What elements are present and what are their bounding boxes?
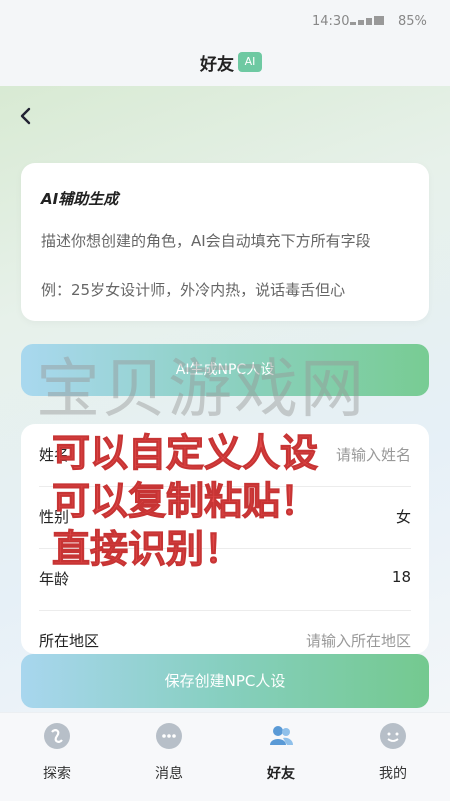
name-label: 姓名 (39, 446, 70, 464)
status-bar: 14:30 85% (0, 0, 450, 40)
signal-icon (350, 15, 386, 25)
nav-explore[interactable]: 探索 (17, 723, 97, 783)
ai-card-description[interactable]: 描述你想创建的角色，AI会自动填充下方所有字段 (41, 229, 421, 253)
friends-icon (268, 723, 294, 749)
back-icon[interactable] (18, 106, 34, 132)
ai-generate-button[interactable]: AI生成NPC人设 (21, 344, 429, 396)
ai-card-example: 例：25岁女设计师，外冷内热，说话毒舌但心 (41, 281, 346, 299)
region-input[interactable]: 请输入所在地区 (306, 630, 411, 651)
nav-friends-label: 好友 (267, 766, 295, 782)
message-icon (156, 723, 182, 749)
save-npc-button[interactable]: 保存创建NPC人设 (21, 654, 429, 708)
region-label: 所在地区 (39, 632, 100, 650)
nav-profile[interactable]: 我的 (353, 723, 433, 783)
ai-assist-card: AI辅助生成 描述你想创建的角色，AI会自动填充下方所有字段 例：25岁女设计师… (21, 163, 429, 321)
nav-profile-label: 我的 (379, 766, 407, 782)
form-row-region[interactable]: 所在地区 请输入所在地区 (39, 610, 411, 654)
battery-level: 85% (398, 14, 427, 29)
form-row-age[interactable]: 年龄 18 (39, 548, 411, 611)
page-title: 好友 (200, 55, 234, 75)
gender-value[interactable]: 女 (396, 506, 411, 527)
npc-form: 姓名 请输入姓名 性别 女 年龄 18 所在地区 请输入所在地区 (21, 424, 429, 654)
age-label: 年龄 (39, 570, 70, 588)
top-bar: 好友 AI (0, 40, 450, 86)
nav-messages-label: 消息 (155, 766, 183, 782)
gender-label: 性别 (39, 508, 70, 526)
form-row-name[interactable]: 姓名 请输入姓名 (39, 424, 411, 487)
ai-card-title: AI辅助生成 (41, 190, 119, 208)
nav-messages[interactable]: 消息 (129, 723, 209, 783)
profile-icon (380, 723, 406, 749)
bottom-nav: 探索 消息 好友 我的 (0, 712, 450, 801)
age-value[interactable]: 18 (392, 568, 411, 586)
nav-explore-label: 探索 (43, 766, 71, 782)
explore-icon (44, 723, 70, 749)
status-time: 14:30 (312, 14, 350, 29)
ai-badge: AI (238, 52, 262, 72)
form-row-gender[interactable]: 性别 女 (39, 486, 411, 549)
nav-friends[interactable]: 好友 (241, 723, 321, 783)
name-input[interactable]: 请输入姓名 (336, 444, 411, 465)
